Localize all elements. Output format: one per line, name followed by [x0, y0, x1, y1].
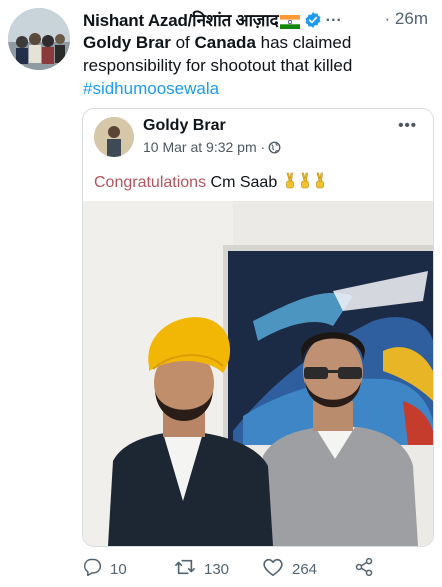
post-text: Congratulations Cm Saab [94, 171, 330, 194]
post-more-button[interactable]: ••• [398, 117, 417, 134]
tweet: Nishant Azad/निशांत आज़ाद ... · 26m Gold… [0, 0, 442, 587]
retweet-icon [174, 557, 204, 581]
retweet-count: 130 [204, 560, 230, 578]
reply-count: 10 [110, 560, 127, 578]
reply-button[interactable]: 10 [82, 557, 127, 581]
reply-icon [82, 557, 110, 581]
embedded-post[interactable]: Goldy Brar 10 Mar at 9:32 pm · ••• Congr… [82, 108, 434, 547]
author-name[interactable]: Nishant Azad/निशांत आज़ाद [83, 11, 279, 30]
post-author-avatar[interactable] [94, 117, 134, 157]
retweet-button[interactable]: 130 [174, 557, 229, 581]
tweet-actions: 10 130 264 [82, 557, 382, 581]
share-button[interactable] [354, 557, 382, 581]
like-button[interactable]: 264 [262, 557, 317, 581]
more-options-button[interactable]: ... [326, 8, 342, 26]
post-rest-text: Cm Saab [206, 174, 278, 191]
like-count: 264 [292, 560, 318, 578]
share-icon [354, 557, 382, 581]
hashtag-link[interactable]: #sidhumoosewala [83, 79, 219, 98]
post-photo[interactable] [83, 201, 433, 546]
post-author-name[interactable]: Goldy Brar [143, 117, 226, 135]
tweet-header: Nishant Azad/निशांत आज़ाद ... · 26m [83, 8, 434, 32]
post-date: 10 Mar at 9:32 pm · [143, 139, 266, 155]
like-icon [262, 557, 292, 581]
victory-hand-icon [284, 171, 330, 194]
timestamp[interactable]: · 26m [385, 9, 428, 29]
avatar[interactable] [8, 8, 70, 70]
text-of: of [170, 33, 195, 52]
globe-icon [268, 141, 281, 157]
post-congrats-text: Congratulations [94, 174, 207, 191]
tweet-text: Goldy Brar of Canada has claimed respons… [83, 31, 413, 100]
post-meta: 10 Mar at 9:32 pm · [143, 139, 281, 157]
mention-goldy-brar: Goldy Brar [83, 33, 171, 52]
time-value: 26m [394, 9, 428, 28]
text-canada: Canada [194, 33, 256, 52]
